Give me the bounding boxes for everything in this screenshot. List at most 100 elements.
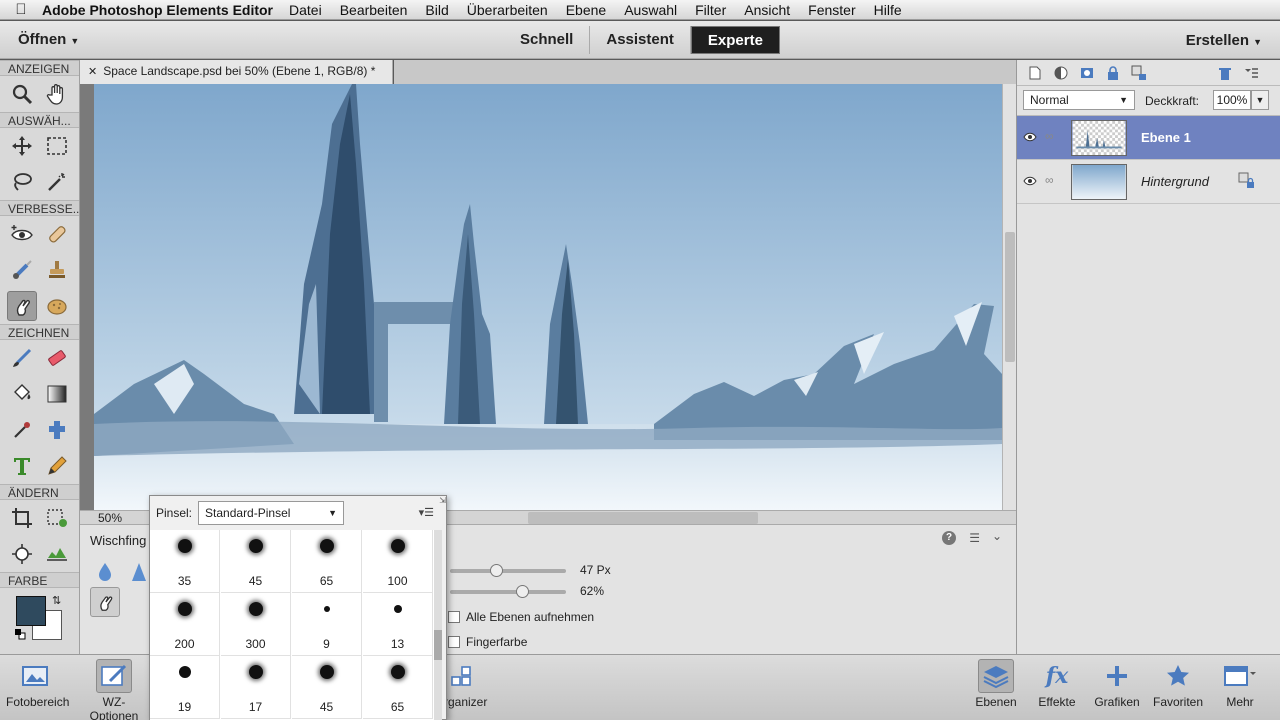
default-colors-icon[interactable]: [14, 628, 26, 640]
brush-preset[interactable]: 65: [292, 530, 362, 593]
zoom-tool-icon[interactable]: [7, 79, 37, 109]
trash-icon[interactable]: [1217, 65, 1233, 81]
pencil-tool-icon[interactable]: [42, 451, 72, 481]
document-tab[interactable]: ✕ Space Landscape.psd bei 50% (Ebene 1, R…: [80, 60, 393, 84]
custom-shape-icon[interactable]: [42, 415, 72, 445]
size-slider-knob[interactable]: [490, 564, 504, 577]
eyedropper-icon[interactable]: [7, 415, 37, 445]
menu-auswahl[interactable]: Auswahl: [624, 2, 677, 18]
brush-tool-icon[interactable]: [7, 343, 37, 373]
brush-preset[interactable]: 65: [363, 656, 433, 719]
brush-library-select[interactable]: Standard-Pinsel ▼: [198, 501, 345, 525]
swap-colors-icon[interactable]: ⇅: [52, 594, 61, 607]
menu-ansicht[interactable]: Ansicht: [744, 2, 790, 18]
apple-icon[interactable]: : [0, 1, 42, 18]
smudge-tool-icon[interactable]: [6, 291, 37, 321]
layer-row-hintergrund[interactable]: ∞ Hintergrund: [1017, 160, 1280, 204]
blend-mode-select[interactable]: Normal ▼: [1023, 90, 1135, 110]
brush-preset[interactable]: 200: [150, 593, 220, 656]
smudge-mode-button[interactable]: [90, 587, 120, 617]
menu-ueberarbeiten[interactable]: Überarbeiten: [467, 2, 548, 18]
panel-menu-icon[interactable]: [1243, 65, 1259, 81]
brush-preset[interactable]: 100: [363, 530, 433, 593]
link-icon[interactable]: ∞: [1045, 173, 1054, 187]
menu-fenster[interactable]: Fenster: [808, 2, 855, 18]
checkbox-box[interactable]: [448, 636, 460, 648]
zoom-level[interactable]: 50%: [98, 511, 122, 525]
red-eye-icon[interactable]: [7, 219, 37, 249]
menu-bearbeiten[interactable]: Bearbeiten: [340, 2, 408, 18]
chevron-down-icon[interactable]: ⌄: [992, 529, 1002, 543]
help-icon[interactable]: ?: [942, 531, 956, 545]
app-name[interactable]: Adobe Photoshop Elements Editor: [42, 2, 273, 18]
menu-filter[interactable]: Filter: [695, 2, 726, 18]
menu-datei[interactable]: Datei: [289, 2, 322, 18]
eye-icon[interactable]: [1023, 174, 1037, 188]
recompose-tool-icon[interactable]: [42, 503, 72, 533]
lock-transparency-icon[interactable]: [1131, 65, 1147, 81]
sample-all-layers-checkbox[interactable]: Alle Ebenen aufnehmen: [448, 610, 594, 624]
magic-wand-icon[interactable]: [42, 167, 72, 197]
adjustment-layer-icon[interactable]: [1053, 65, 1069, 81]
layers-button[interactable]: Ebenen: [966, 659, 1026, 709]
straighten-tool-icon[interactable]: [42, 539, 72, 569]
new-layer-icon[interactable]: [1027, 65, 1043, 81]
options-menu-icon[interactable]: ☰: [969, 531, 980, 545]
photo-bin-button[interactable]: Fotobereich: [6, 659, 69, 709]
more-button[interactable]: Mehr: [1210, 659, 1270, 709]
text-tool-icon[interactable]: [7, 451, 37, 481]
opacity-dropdown[interactable]: ▼: [1251, 90, 1269, 110]
menu-bild[interactable]: Bild: [425, 2, 448, 18]
image-canvas[interactable]: [94, 84, 1002, 510]
menu-ebene[interactable]: Ebene: [566, 2, 606, 18]
brush-preset[interactable]: 300: [221, 593, 291, 656]
brush-preset[interactable]: 45: [292, 656, 362, 719]
effects-button[interactable]: fx Effekte: [1027, 659, 1087, 709]
layer-row-ebene-1[interactable]: ∞ Ebene 1: [1017, 116, 1280, 160]
strength-slider-knob[interactable]: [515, 585, 529, 598]
mode-schnell[interactable]: Schnell: [504, 26, 591, 54]
brush-preset[interactable]: 17: [221, 656, 291, 719]
brush-preset[interactable]: 45: [221, 530, 291, 593]
checkbox-box[interactable]: [448, 611, 460, 623]
brush-preset[interactable]: 35: [150, 530, 220, 593]
lock-all-icon[interactable]: [1105, 65, 1121, 81]
eraser-tool-icon[interactable]: [42, 343, 72, 373]
favorites-button[interactable]: Favoriten: [1148, 659, 1208, 709]
foreground-color-swatch[interactable]: [16, 596, 46, 626]
opacity-input[interactable]: 100%: [1213, 90, 1251, 110]
brush-scroll-thumb[interactable]: [434, 630, 442, 660]
hand-tool-icon[interactable]: [42, 79, 72, 109]
eye-icon[interactable]: [1023, 130, 1037, 144]
mode-experte[interactable]: Experte: [690, 26, 780, 54]
open-button[interactable]: Öffnen ▼: [18, 31, 79, 48]
link-icon[interactable]: ∞: [1045, 129, 1054, 143]
size-slider[interactable]: [450, 564, 566, 577]
brush-menu-icon[interactable]: ▾☰: [419, 506, 434, 519]
healing-brush-icon[interactable]: [42, 219, 72, 249]
resize-corner-icon[interactable]: ⇲: [439, 496, 446, 505]
marquee-tool-icon[interactable]: [42, 131, 72, 161]
vertical-scrollbar[interactable]: [1002, 84, 1016, 510]
paint-bucket-icon[interactable]: [7, 379, 37, 409]
layer-mask-icon[interactable]: [1079, 65, 1095, 81]
vertical-scroll-thumb[interactable]: [1005, 232, 1015, 362]
move-tool-icon[interactable]: [7, 131, 37, 161]
lasso-tool-icon[interactable]: [7, 167, 37, 197]
lock-icon[interactable]: [1238, 172, 1256, 190]
tool-options-button[interactable]: WZ-Optionen: [84, 659, 144, 720]
mode-assistent[interactable]: Assistent: [590, 26, 691, 54]
sponge-tool-icon[interactable]: [42, 291, 72, 321]
close-icon[interactable]: ✕: [88, 66, 97, 78]
horizontal-scrollbar[interactable]: [528, 512, 758, 524]
create-button[interactable]: Erstellen ▼: [1186, 32, 1262, 49]
smart-brush-icon[interactable]: [7, 255, 37, 285]
brush-preset[interactable]: 9: [292, 593, 362, 656]
strength-slider[interactable]: [450, 585, 566, 598]
menu-hilfe[interactable]: Hilfe: [874, 2, 902, 18]
finger-paint-checkbox[interactable]: Fingerfarbe: [448, 635, 527, 649]
blur-tool-icon[interactable]: [94, 561, 116, 583]
brush-preset[interactable]: 19: [150, 656, 220, 719]
brush-scrollbar[interactable]: [434, 530, 442, 720]
sharpen-tool-icon[interactable]: [128, 561, 150, 583]
